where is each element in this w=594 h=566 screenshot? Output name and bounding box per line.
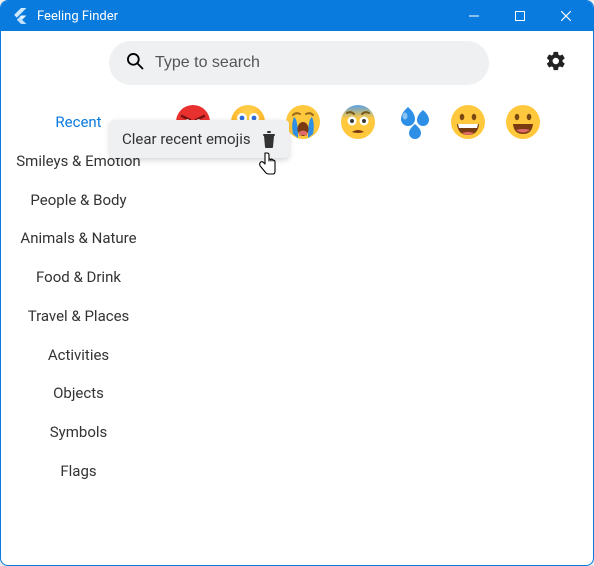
sidebar-item-symbols[interactable]: Symbols (1, 413, 156, 452)
search-icon (125, 51, 145, 75)
sidebar-item-flags[interactable]: Flags (1, 452, 156, 491)
emoji-fearful-face[interactable] (339, 103, 377, 141)
main-body: Recent Smileys & Emotion People & Body A… (1, 89, 593, 565)
titlebar: Feeling Finder (1, 1, 593, 31)
sidebar-item-travel-places[interactable]: Travel & Places (1, 297, 156, 336)
sidebar-item-people-body[interactable]: People & Body (1, 181, 156, 220)
gear-icon (545, 57, 567, 76)
toolbar (1, 31, 593, 89)
emoji-grinning-face[interactable] (449, 103, 487, 141)
context-menu-clear-recent[interactable]: Clear recent emojis (110, 120, 289, 158)
emoji-grid (156, 89, 593, 565)
sidebar-item-activities[interactable]: Activities (1, 336, 156, 375)
window-title: Feeling Finder (37, 9, 451, 24)
minimize-button[interactable] (451, 1, 497, 31)
context-menu-label: Clear recent emojis (122, 130, 251, 148)
flutter-logo (11, 7, 29, 25)
close-button[interactable] (543, 1, 589, 31)
sidebar: Recent Smileys & Emotion People & Body A… (1, 89, 156, 565)
sidebar-item-objects[interactable]: Objects (1, 374, 156, 413)
emoji-sweat-droplets[interactable] (394, 103, 432, 141)
search-input[interactable] (155, 54, 473, 72)
sidebar-item-animals-nature[interactable]: Animals & Nature (1, 219, 156, 258)
app-window: Feeling Finder Recent Sm (0, 0, 594, 566)
trash-icon (261, 130, 277, 148)
emoji-star-struck[interactable] (504, 103, 542, 141)
settings-button[interactable] (539, 44, 573, 82)
emoji-loudly-crying-face[interactable] (284, 103, 322, 141)
sidebar-item-food-drink[interactable]: Food & Drink (1, 258, 156, 297)
search-field[interactable] (109, 41, 489, 85)
maximize-button[interactable] (497, 1, 543, 31)
